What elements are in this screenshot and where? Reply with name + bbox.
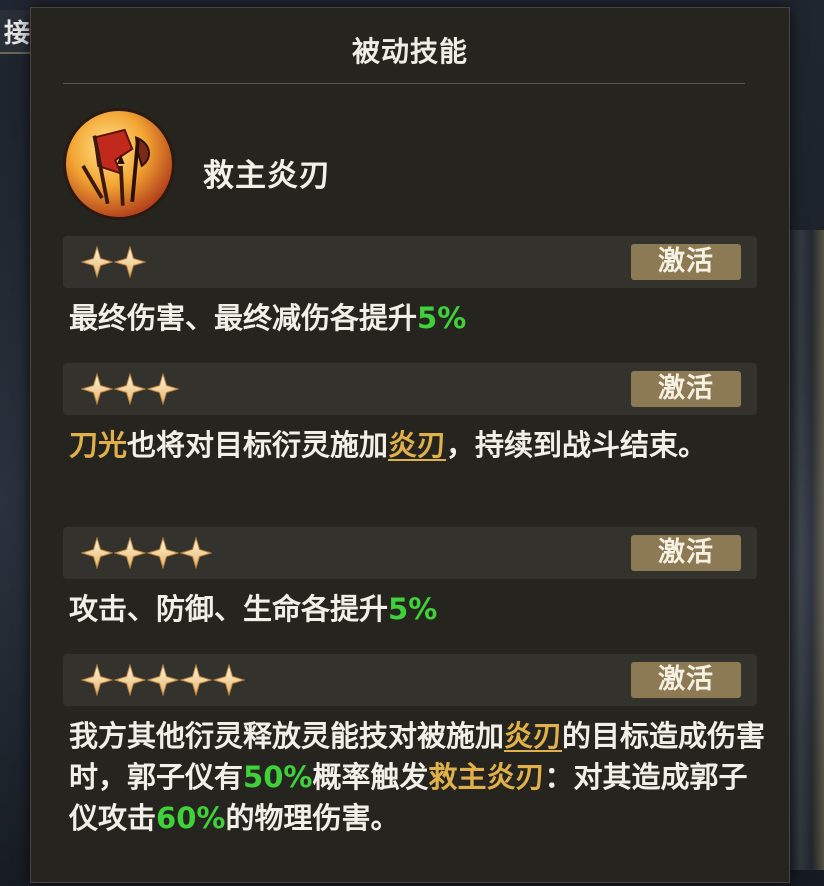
desc-keyword-link[interactable]: 炎刃	[388, 428, 446, 462]
star-icon	[146, 372, 180, 406]
tier-bar-5-stars: 激活	[63, 654, 757, 706]
desc-value: 5%	[388, 592, 438, 626]
tier-description: 攻击、防御、生命各提升5%	[69, 589, 769, 630]
activate-button[interactable]: 激活	[631, 535, 741, 571]
star-icon	[113, 245, 147, 279]
star-icon	[146, 536, 180, 570]
star-icon	[80, 663, 114, 697]
tier-description: 最终伤害、最终减伤各提升5%	[69, 298, 769, 339]
background-character	[784, 230, 824, 870]
star-icon	[212, 663, 246, 697]
star-rating	[80, 536, 213, 570]
tier-description: 刀光也将对目标衍灵施加炎刃，持续到战斗结束。	[69, 425, 769, 466]
star-icon	[113, 536, 147, 570]
desc-text: 概率触发	[312, 760, 429, 794]
desc-text: 的物理伤害。	[225, 801, 400, 835]
desc-value: 60%	[156, 801, 226, 835]
star-icon	[80, 245, 114, 279]
tier-bar-3-stars: 激活	[63, 363, 757, 415]
star-rating	[80, 372, 180, 406]
star-icon	[113, 663, 147, 697]
desc-text: 也将对目标衍灵施加	[127, 428, 389, 462]
desc-text: 攻击、防御、生命各提升	[69, 592, 389, 626]
tier-bar-4-stars: 激活	[63, 527, 757, 579]
background-tab-label: 接	[4, 18, 31, 49]
star-icon	[179, 536, 213, 570]
desc-keyword: 刀光	[69, 428, 128, 462]
desc-value: 5%	[417, 301, 467, 335]
desc-text: 最终伤害、最终减伤各提升	[69, 301, 418, 335]
desc-value: 50%	[243, 760, 313, 794]
tier-description: 我方其他衍灵释放灵能技对被施加炎刃的目标造成伤害时，郭子仪有50%概率触发救主炎…	[69, 716, 769, 839]
star-icon	[179, 663, 213, 697]
title-divider	[63, 83, 745, 84]
star-icon	[146, 663, 180, 697]
activate-button[interactable]: 激活	[631, 662, 741, 698]
activate-button[interactable]: 激活	[631, 244, 741, 280]
tier-bar-2-stars: 激活	[63, 236, 757, 288]
passive-skill-panel: 被动技能 救主炎刃 激活 最终伤害、最终减伤各提升5% 激活 刀光也将对目标衍灵…	[30, 7, 790, 883]
star-rating	[80, 663, 246, 697]
desc-text: 我方其他衍灵释放灵能技对被施加	[69, 719, 505, 753]
star-icon	[80, 372, 114, 406]
desc-keyword-link[interactable]: 炎刃	[504, 719, 562, 753]
star-icon	[80, 536, 114, 570]
star-rating	[80, 245, 147, 279]
skill-name: 救主炎刃	[203, 158, 331, 194]
star-icon	[113, 372, 147, 406]
flag-and-blades-icon	[63, 108, 175, 220]
desc-keyword: 救主炎刃	[428, 760, 545, 794]
panel-title: 被动技能	[351, 35, 468, 68]
activate-button[interactable]: 激活	[631, 371, 741, 407]
desc-text: ，持续到战斗结束。	[446, 428, 708, 462]
